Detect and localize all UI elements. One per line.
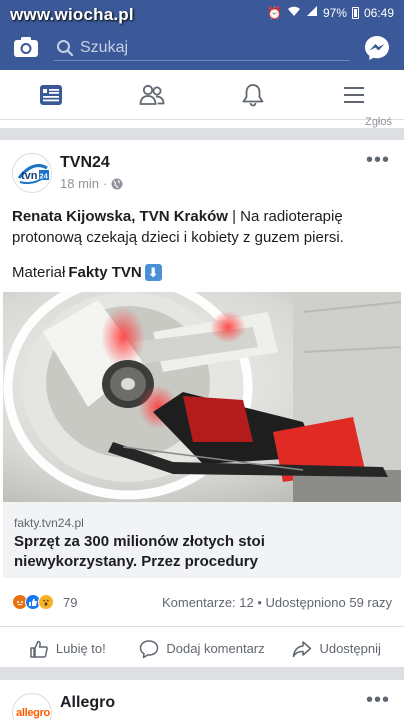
svg-text:tvn: tvn: [21, 170, 38, 182]
alarm-icon: ⏰: [266, 5, 282, 20]
post-author-bold: Renata Kijowska, TVN Kraków: [12, 208, 228, 225]
post-time[interactable]: 18 min: [60, 176, 99, 191]
report-link[interactable]: Zgłoś: [365, 116, 392, 128]
page-name-2[interactable]: Allegro: [60, 694, 115, 712]
share-icon: [293, 640, 312, 657]
post-card-2: allegro Allegro •••: [0, 680, 404, 720]
search-icon: [57, 40, 74, 57]
tab-menu[interactable]: [303, 70, 404, 119]
like-button[interactable]: Lubię to!: [0, 627, 135, 670]
friends-icon: [139, 84, 164, 105]
news-feed-icon: [39, 84, 62, 105]
menu-icon: [343, 86, 364, 103]
share-label: Udostępnij: [319, 641, 381, 656]
battery-percent: 97%: [322, 5, 347, 20]
link-domain: fakty.tvn24.pl: [14, 516, 84, 530]
link-title: Sprzęt za 300 milionów złotych stoi niew…: [14, 533, 265, 570]
post-text: Renata Kijowska, TVN Kraków | Na radiote…: [12, 206, 392, 248]
more-options-icon-2[interactable]: •••: [366, 690, 390, 710]
tvn24-logo: tvn 24: [14, 155, 51, 192]
down-arrow-emoji-icon: ⬇: [144, 264, 162, 281]
svg-text:24: 24: [40, 172, 49, 181]
page-avatar[interactable]: tvn 24: [12, 153, 52, 193]
battery-icon: [351, 6, 359, 19]
nav-tabs: [0, 70, 404, 120]
app-header: [0, 26, 404, 70]
comment-label: Dodaj komentarz: [166, 641, 265, 656]
messenger-icon[interactable]: [364, 35, 390, 61]
page-avatar-2[interactable]: allegro: [12, 693, 52, 720]
share-button[interactable]: Udostępnij: [269, 627, 404, 670]
post-meta: 18 min ·: [60, 176, 123, 191]
radiotherapy-machine-illustration: [3, 292, 401, 502]
post-actions: Lubię to! Dodaj komentarz Udostępnij: [0, 626, 404, 670]
tab-friends[interactable]: [101, 70, 202, 119]
tab-notifications[interactable]: [202, 70, 303, 119]
reactions-summary[interactable]: 79 Komentarze: 12 • Udostępniono 59 razy: [0, 590, 404, 614]
material-bold: Fakty TVN: [68, 264, 142, 281]
signal-icon: [306, 5, 318, 20]
link-preview[interactable]: fakty.tvn24.pl Sprzęt za 300 milionów zł…: [3, 502, 401, 578]
more-options-icon[interactable]: •••: [366, 150, 390, 170]
status-indicators: ⏰ 97% 06:49: [267, 5, 394, 20]
reaction-count: 79: [63, 595, 78, 610]
search-bar[interactable]: [54, 35, 350, 61]
post-card: tvn 24 TVN24 18 min · ••• Renata Kijowsk…: [0, 140, 404, 667]
globe-icon: [111, 178, 123, 189]
like-label: Lubię to!: [55, 641, 106, 656]
material-prefix: Materiał: [12, 264, 66, 281]
comment-icon: [140, 639, 159, 658]
search-input[interactable]: [80, 37, 340, 59]
thumbs-up-icon: [30, 640, 48, 658]
reaction-icons: [12, 594, 54, 610]
camera-icon[interactable]: [13, 36, 39, 58]
comments-shares-stats[interactable]: Komentarze: 12 • Udostępniono 59 razy: [162, 595, 392, 610]
bell-icon: [242, 83, 263, 106]
wow-reaction-icon: [38, 594, 54, 610]
watermark-text: www.wiocha.pl: [10, 5, 134, 24]
page-name[interactable]: TVN24: [60, 154, 110, 172]
comment-button[interactable]: Dodaj komentarz: [135, 627, 270, 670]
previous-post-stub: Zgłoś: [0, 116, 404, 128]
tab-news-feed[interactable]: [0, 70, 101, 119]
post-image[interactable]: [3, 292, 401, 502]
wifi-icon: [287, 5, 301, 20]
clock: 06:49: [363, 5, 394, 20]
status-bar: www.wiocha.pl ⏰ 97% 06:49: [0, 0, 404, 26]
post-material-line: Materiał Fakty TVN ⬇: [12, 264, 162, 281]
allegro-logo: allegro: [16, 707, 50, 719]
